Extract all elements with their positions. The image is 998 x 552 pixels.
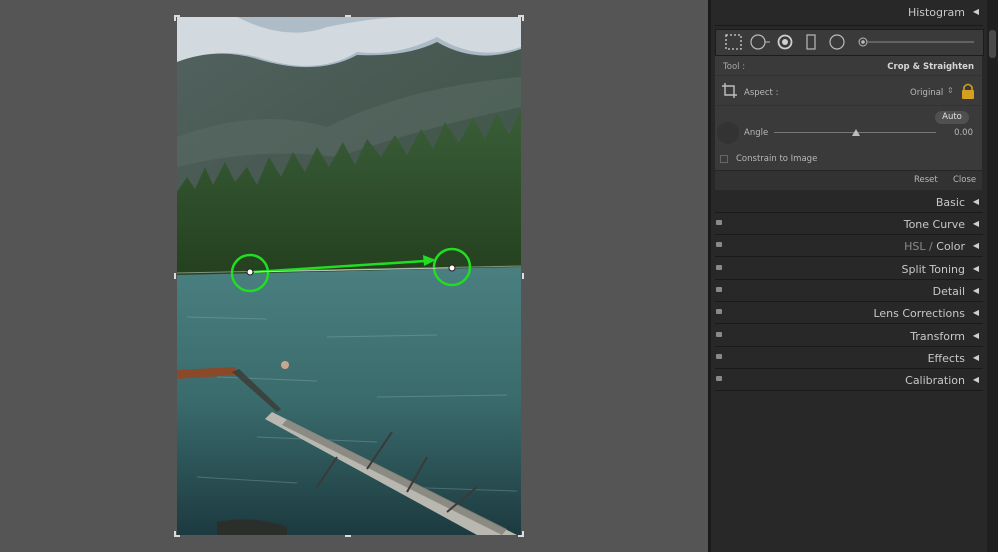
close-button[interactable]: Close bbox=[953, 175, 976, 185]
tool-label: Tool : bbox=[723, 62, 746, 72]
constrain-label: Constrain to Image bbox=[736, 154, 818, 164]
tone-curve-panel-header[interactable]: Tone Curve ◀ bbox=[711, 214, 987, 235]
dropdown-arrow-icon[interactable]: ⇕ bbox=[947, 86, 954, 95]
lens-corrections-panel-header[interactable]: Lens Corrections ◀ bbox=[711, 303, 987, 324]
collapse-triangle-icon[interactable]: ◀ bbox=[973, 353, 979, 362]
angle-slider-thumb[interactable] bbox=[852, 129, 860, 136]
tab-separator: / bbox=[929, 240, 933, 253]
straighten-start-handle[interactable] bbox=[246, 268, 254, 276]
divider bbox=[715, 105, 983, 106]
divider bbox=[715, 279, 983, 280]
lock-icon[interactable] bbox=[960, 82, 976, 100]
split-toning-panel-header[interactable]: Split Toning ◀ bbox=[711, 259, 987, 280]
collapse-triangle-icon[interactable]: ◀ bbox=[973, 286, 979, 295]
panel-switch-icon[interactable] bbox=[716, 287, 722, 292]
collapse-triangle-icon[interactable]: ◀ bbox=[973, 241, 979, 250]
radial-filter-icon[interactable] bbox=[829, 34, 845, 50]
aspect-dropdown[interactable]: Original bbox=[910, 88, 943, 98]
transform-panel-header[interactable]: Transform ◀ bbox=[711, 326, 987, 347]
divider bbox=[715, 256, 983, 257]
collapse-triangle-icon[interactable]: ◀ bbox=[973, 331, 979, 340]
section-label: Effects bbox=[927, 352, 965, 365]
graduated-filter-icon[interactable] bbox=[806, 34, 816, 50]
angle-label: Angle bbox=[744, 128, 769, 138]
constrain-to-image-checkbox[interactable] bbox=[720, 155, 728, 163]
divider bbox=[715, 25, 983, 26]
divider bbox=[715, 75, 983, 76]
basic-panel-header[interactable]: Basic ◀ bbox=[711, 192, 987, 213]
angle-value[interactable]: 0.00 bbox=[954, 128, 973, 138]
red-eye-icon[interactable] bbox=[777, 34, 793, 50]
crop-tool-footer: Reset Close bbox=[715, 170, 982, 190]
tool-value: Crop & Straighten bbox=[887, 62, 974, 72]
straighten-guide-overlay bbox=[230, 247, 472, 293]
straighten-end-handle[interactable] bbox=[448, 264, 456, 272]
divider bbox=[715, 234, 983, 235]
straighten-tool-icon[interactable] bbox=[717, 122, 739, 144]
detail-panel-header[interactable]: Detail ◀ bbox=[711, 281, 987, 302]
spot-removal-icon[interactable] bbox=[750, 34, 770, 50]
collapse-triangle-icon[interactable]: ◀ bbox=[973, 219, 979, 228]
tool-strip-icons bbox=[725, 34, 974, 50]
effects-panel-header[interactable]: Effects ◀ bbox=[711, 348, 987, 369]
panel-switch-icon[interactable] bbox=[716, 332, 722, 337]
reset-button[interactable]: Reset bbox=[914, 175, 938, 185]
color-tab[interactable]: Color bbox=[936, 240, 965, 253]
collapse-triangle-icon[interactable]: ◀ bbox=[973, 375, 979, 384]
section-label: Basic bbox=[935, 196, 965, 209]
divider bbox=[715, 368, 983, 369]
collapse-triangle-icon[interactable]: ◀ bbox=[973, 7, 979, 16]
section-label: Detail bbox=[932, 285, 965, 298]
panel-switch-icon[interactable] bbox=[716, 220, 722, 225]
hsl-color-panel-header[interactable]: HSL / Color ◀ bbox=[711, 236, 987, 257]
develop-right-panel: Histogram ◀ Tool: Crop & Straighten Asp… bbox=[711, 0, 987, 552]
aspect-label: Aspect : bbox=[744, 88, 779, 98]
panel-switch-icon[interactable] bbox=[716, 309, 722, 314]
crop-frame-icon[interactable] bbox=[721, 82, 739, 100]
tool-strip bbox=[715, 29, 984, 56]
section-label: Split Toning bbox=[901, 263, 965, 276]
section-label: Tone Curve bbox=[903, 218, 965, 231]
adjustment-brush-icon[interactable] bbox=[858, 37, 974, 47]
divider bbox=[715, 323, 983, 324]
panel-switch-icon[interactable] bbox=[716, 265, 722, 270]
calibration-panel-header[interactable]: Calibration ◀ bbox=[711, 370, 987, 391]
divider bbox=[715, 301, 983, 302]
scrollbar-thumb[interactable] bbox=[989, 30, 996, 58]
section-label: HSL / Color bbox=[904, 240, 965, 253]
section-label: Transform bbox=[910, 330, 965, 343]
panel-switch-icon[interactable] bbox=[716, 242, 722, 247]
image-canvas[interactable] bbox=[0, 0, 708, 552]
divider bbox=[715, 212, 983, 213]
panel-switch-icon[interactable] bbox=[716, 376, 722, 381]
section-label: Calibration bbox=[905, 374, 965, 387]
collapse-triangle-icon[interactable]: ◀ bbox=[973, 308, 979, 317]
histogram-header[interactable]: Histogram ◀ bbox=[711, 2, 987, 23]
histogram-label: Histogram bbox=[907, 6, 965, 19]
hsl-tab[interactable]: HSL bbox=[904, 240, 925, 253]
divider bbox=[715, 346, 983, 347]
panel-switch-icon[interactable] bbox=[716, 354, 722, 359]
collapse-triangle-icon[interactable]: ◀ bbox=[973, 264, 979, 273]
divider bbox=[715, 390, 983, 391]
auto-straighten-button[interactable]: Auto bbox=[935, 111, 969, 124]
panel-scrollbar[interactable] bbox=[987, 0, 998, 552]
section-label: Lens Corrections bbox=[873, 307, 965, 320]
crop-overlay-icon[interactable] bbox=[725, 34, 742, 50]
collapse-triangle-icon[interactable]: ◀ bbox=[973, 197, 979, 206]
